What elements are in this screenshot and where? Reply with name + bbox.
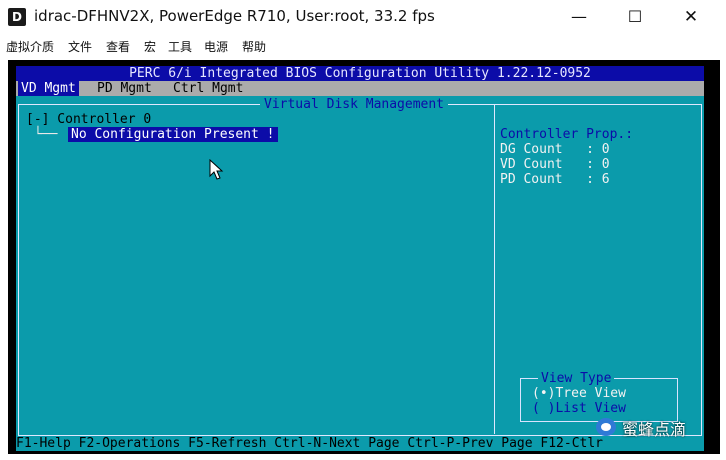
minimize-button[interactable]: —: [556, 0, 602, 34]
window-title-bar: D idrac-DFHNV2X, PowerEdge R710, User:ro…: [0, 0, 726, 34]
tab-vd-mgmt[interactable]: VD Mgmt: [18, 81, 79, 96]
controller-properties-title: Controller Prop.:: [500, 127, 634, 142]
tree-controller-0[interactable]: [-] Controller 0: [26, 112, 151, 127]
menu-macro[interactable]: 宏: [144, 38, 156, 55]
menu-tools[interactable]: 工具: [168, 38, 192, 55]
mouse-pointer-icon: [209, 159, 224, 180]
tab-pd-mgmt[interactable]: PD Mgmt: [94, 81, 155, 96]
bios-utility-screen: PERC 6/i Integrated BIOS Configuration U…: [16, 66, 704, 451]
maximize-button[interactable]: ☐: [612, 0, 658, 34]
vd-management-title: Virtual Disk Management: [260, 97, 449, 112]
menu-view[interactable]: 查看: [106, 38, 130, 55]
bios-title-bar: PERC 6/i Integrated BIOS Configuration U…: [16, 66, 704, 81]
menu-virtual-media[interactable]: 虚拟介质: [6, 38, 54, 55]
idrac-app-icon: D: [8, 8, 26, 26]
tab-ctrl-mgmt[interactable]: Ctrl Mgmt: [170, 81, 246, 96]
pd-count-row: PD Count : 6: [500, 172, 610, 187]
tree-branch-line: └──: [34, 127, 58, 142]
menu-bar: 虚拟介质 文件 查看 宏 工具 电源 帮助: [0, 34, 726, 58]
menu-help[interactable]: 帮助: [242, 38, 266, 55]
vd-count-row: VD Count : 0: [500, 157, 610, 172]
dg-count-row: DG Count : 0: [500, 142, 610, 157]
window-title: idrac-DFHNV2X, PowerEdge R710, User:root…: [34, 7, 435, 25]
tree-view-option[interactable]: (•)Tree View: [532, 386, 626, 401]
tree-item-no-configuration[interactable]: No Configuration Present !: [68, 127, 278, 142]
close-button[interactable]: ✕: [668, 0, 714, 34]
watermark-text: 蜜蜂点滴: [622, 420, 687, 439]
view-type-title: View Type: [538, 371, 615, 386]
idrac-console-window: D idrac-DFHNV2X, PowerEdge R710, User:ro…: [0, 0, 726, 460]
remote-console-screen[interactable]: PERC 6/i Integrated BIOS Configuration U…: [8, 60, 720, 454]
menu-power[interactable]: 电源: [204, 38, 228, 55]
bios-tab-bar: VD Mgmt PD Mgmt Ctrl Mgmt: [16, 81, 704, 96]
watermark: 蜜蜂点滴: [594, 414, 718, 440]
menu-file[interactable]: 文件: [68, 38, 92, 55]
wechat-logo-icon: [596, 418, 616, 436]
